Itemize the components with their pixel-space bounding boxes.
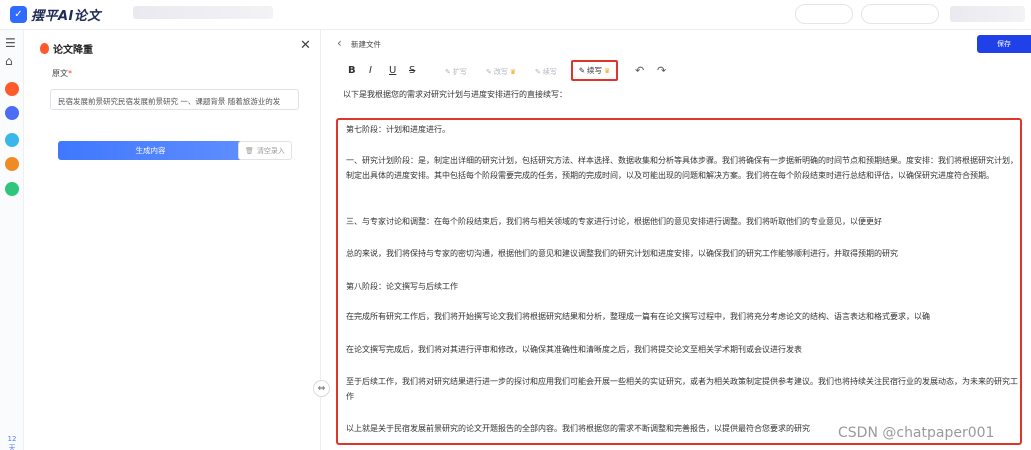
strike-button[interactable]: S	[409, 65, 415, 76]
close-icon[interactable]: ✕	[300, 38, 311, 53]
source-label: 原文*	[52, 69, 72, 78]
rail-footer: 12 天	[7, 435, 17, 450]
polish-button[interactable]: ✎ 改写 ♛	[486, 67, 516, 77]
panel-header: 论文降重	[40, 41, 93, 56]
left-rail: ☰ ⌂ 12 天	[0, 30, 24, 450]
tool-icon[interactable]	[5, 182, 19, 196]
top-pill-2[interactable]	[861, 4, 939, 24]
intro-text: 以下是我根据您的需求对研究计划与进度安排进行的直接续写：	[343, 90, 567, 99]
panel-title: 论文降重	[53, 45, 93, 56]
tool-icon[interactable]	[5, 106, 19, 120]
blurred-user	[950, 6, 1025, 22]
source-text-input[interactable]: 民宿发展前景研究民宿发展前景研究 一、课题背景 随着旅游业的发	[50, 89, 299, 110]
undo-icon[interactable]: ↶	[635, 64, 644, 77]
dedup-panel: 论文降重 ✕ 原文* 民宿发展前景研究民宿发展前景研究 一、课题背景 随着旅游业…	[24, 30, 321, 450]
paragraph: 第八阶段：论文撰写与后续工作	[346, 282, 458, 291]
app-title: 摆平AI论文	[31, 9, 101, 24]
expand-button[interactable]: ✎ 扩写	[445, 67, 467, 77]
fire-icon[interactable]	[5, 82, 19, 96]
shield-logo-icon: ✓	[10, 6, 27, 23]
resize-handle-icon[interactable]: ⇔	[313, 380, 330, 397]
generate-button[interactable]: 生成内容	[58, 141, 243, 160]
redo-icon[interactable]: ↷	[657, 64, 666, 77]
pen-icon: ✎	[486, 68, 492, 76]
back-icon[interactable]: ‹	[337, 36, 342, 50]
blurred-nav	[133, 6, 273, 19]
tool-icon[interactable]	[5, 133, 19, 147]
tool-icon[interactable]	[5, 157, 19, 171]
paragraph: 总的来说，我们将保持与专家的密切沟通，根据他们的意见和建议调整我们的研究计划和进…	[346, 249, 898, 258]
top-bar: ✓ 摆平AI论文	[0, 0, 1031, 30]
save-button[interactable]: 保存	[977, 35, 1031, 53]
crown-icon: ♛	[604, 66, 611, 75]
home-icon[interactable]: ⌂	[5, 54, 13, 68]
paragraph: 第七阶段：计划和进度进行。	[346, 125, 450, 134]
paragraph: 至于后续工作，我们将对研究结果进行进一步的探讨和应用我们可能会开展一些相关的实证…	[346, 377, 1018, 401]
top-pill-1[interactable]	[795, 4, 853, 24]
menu-icon[interactable]: ☰	[5, 36, 16, 50]
bold-button[interactable]: B	[348, 65, 356, 76]
continue-button[interactable]: ✎ 续写	[535, 67, 557, 77]
italic-button[interactable]: I	[369, 65, 372, 76]
trash-icon: 🗑	[245, 146, 254, 155]
pen-icon: ✎	[578, 66, 585, 75]
paragraph: 一、研究计划阶段：是，制定出详细的研究计划，包括研究方法、样本选择、数据收集和分…	[346, 156, 1018, 180]
fire-icon	[40, 43, 49, 54]
editor-toolbar: B I U S ✎ 扩写 ✎ 改写 ♛ ✎ 续写 ✎ 续写 ♛ ↶ ↷	[321, 58, 1031, 84]
paragraph: 三、与专家讨论和调整：在每个阶段结束后，我们将与相关领域的专家进行讨论，根据他们…	[346, 217, 882, 226]
paragraph: 在完成所有研究工作后，我们将开始撰写论文我们将根据研究结果和分析，整理成一篇有在…	[346, 312, 930, 321]
pen-icon: ✎	[445, 68, 451, 76]
paragraph: 在论文撰写完成后，我们将对其进行评审和修改，以确保其准确性和清晰度之后，我们将提…	[346, 345, 802, 354]
underline-button[interactable]: U	[389, 65, 396, 76]
app-logo[interactable]: ✓ 摆平AI论文	[10, 5, 101, 24]
crown-icon: ♛	[509, 68, 517, 76]
clear-button[interactable]: 🗑 清空录入	[238, 141, 292, 160]
continue-write-button-active[interactable]: ✎ 续写 ♛	[571, 60, 618, 81]
watermark: CSDN @chatpaper001	[838, 425, 995, 441]
generated-content[interactable]: 第七阶段：计划和进度进行。 一、研究计划阶段：是，制定出详细的研究计划，包括研究…	[336, 118, 1022, 445]
document-name[interactable]: 新建文件	[351, 39, 381, 50]
document-header: ‹ 新建文件 保存	[321, 30, 1031, 58]
pen-icon: ✎	[535, 68, 541, 76]
